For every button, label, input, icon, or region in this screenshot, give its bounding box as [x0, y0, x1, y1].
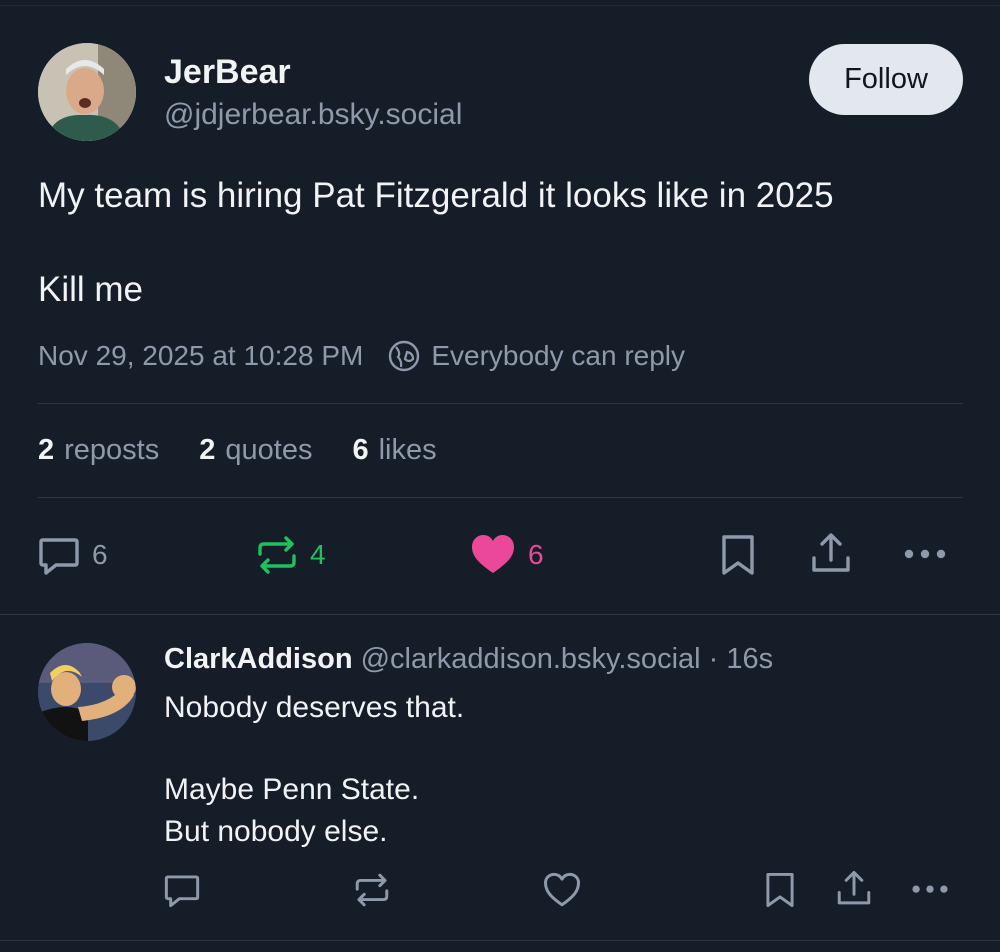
reply-author-handle[interactable]: @clarkaddison.bsky.social	[361, 643, 701, 675]
reposts-label: reposts	[64, 433, 160, 466]
globe-icon	[389, 340, 420, 372]
reply-text-line: But nobody else.	[164, 815, 388, 848]
reply-button[interactable]: 6	[36, 532, 108, 578]
reposts-stat[interactable]: 2 reposts	[38, 434, 159, 467]
divider	[38, 497, 963, 498]
reply-header: ClarkAddison @clarkaddison.bsky.social ·…	[164, 643, 773, 676]
reply-like-button[interactable]	[542, 870, 582, 910]
reply-more-button[interactable]	[910, 870, 950, 910]
author-handle[interactable]: @jdjerbear.bsky.social	[164, 98, 462, 132]
repost-icon	[258, 536, 296, 574]
reply-author-avatar[interactable]	[38, 643, 136, 741]
reply-setting[interactable]: Everybody can reply	[431, 340, 685, 372]
reply-author-display-name[interactable]: ClarkAddison	[164, 643, 353, 675]
heart-icon	[472, 535, 514, 573]
reply-author-avatar-image	[38, 643, 136, 741]
likes-label: likes	[378, 433, 437, 466]
repost-count: 4	[310, 539, 326, 570]
like-count: 6	[528, 539, 544, 570]
post-stats: 2 reposts 2 quotes 6 likes	[38, 430, 477, 470]
reply-bookmark-button[interactable]	[761, 870, 799, 910]
likes-count: 6	[352, 433, 369, 466]
reply-text-line: Nobody deserves that.	[164, 691, 465, 724]
quotes-stat[interactable]: 2 quotes	[199, 434, 312, 467]
post-meta: Nov 29, 2025 at 10:28 PM Everybody can r…	[38, 338, 685, 374]
follow-button[interactable]: Follow	[809, 44, 963, 115]
post-text-line: My team is hiring Pat Fitzgerald it look…	[38, 176, 834, 215]
reposts-count: 2	[38, 433, 55, 466]
post-timestamp[interactable]: Nov 29, 2025 at 10:28 PM	[38, 340, 363, 372]
post-text-line: Kill me	[38, 270, 144, 309]
reply-bubble-icon	[164, 875, 200, 908]
bookmark-icon	[766, 872, 794, 908]
repost-icon	[355, 873, 389, 907]
divider	[38, 403, 963, 404]
post-separator	[0, 614, 1000, 615]
author-avatar[interactable]	[38, 43, 136, 141]
author-avatar-image	[38, 43, 136, 141]
more-button[interactable]	[902, 532, 948, 578]
reply-text-line: Maybe Penn State.	[164, 773, 420, 806]
bookmark-button[interactable]	[716, 532, 760, 578]
reply-bubble-icon	[39, 538, 79, 575]
likes-stat[interactable]: 6 likes	[352, 434, 436, 467]
reply-count: 6	[92, 539, 108, 570]
like-button[interactable]: 6	[470, 532, 544, 578]
heart-icon	[544, 872, 580, 907]
repost-button[interactable]: 4	[254, 532, 326, 578]
main-post: JerBear @jdjerbear.bsky.social Follow My…	[0, 0, 1000, 614]
author-display-name[interactable]: JerBear	[164, 53, 291, 92]
post-separator	[0, 940, 1000, 941]
reply-share-button[interactable]	[834, 868, 874, 910]
share-icon	[812, 533, 850, 572]
reply-repost-button[interactable]	[352, 870, 392, 910]
bookmark-icon	[722, 535, 754, 575]
quotes-count: 2	[199, 433, 216, 466]
reply-separator: ·	[708, 643, 719, 675]
reply-reply-button[interactable]	[162, 870, 202, 910]
quotes-label: quotes	[225, 433, 313, 466]
share-button[interactable]	[808, 530, 854, 578]
reply-time[interactable]: 16s	[726, 643, 773, 675]
more-dots-icon	[912, 885, 948, 893]
share-icon	[837, 871, 871, 905]
more-dots-icon	[904, 549, 946, 559]
